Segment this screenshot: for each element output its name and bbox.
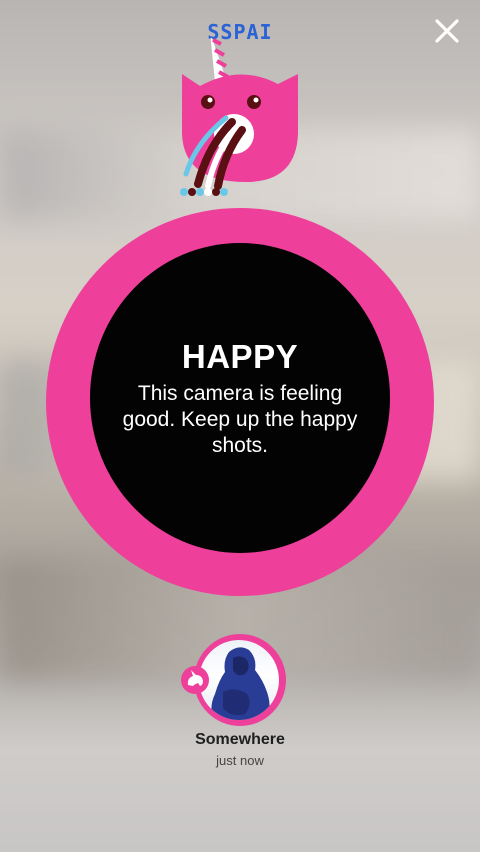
- thumbnail-image: [211, 647, 270, 720]
- timestamp: just now: [216, 753, 264, 768]
- close-icon: [435, 19, 459, 43]
- mood-title: HAPPY: [181, 338, 299, 375]
- location-label: Somewhere: [195, 731, 285, 748]
- mood-description: This camera is feeling good. Keep up the…: [122, 382, 358, 457]
- unicorn-cat-mascot: [180, 38, 298, 196]
- unicorn-badge-icon: [181, 666, 209, 694]
- photo-thumbnail[interactable]: [199, 640, 279, 720]
- close-button[interactable]: [428, 12, 466, 50]
